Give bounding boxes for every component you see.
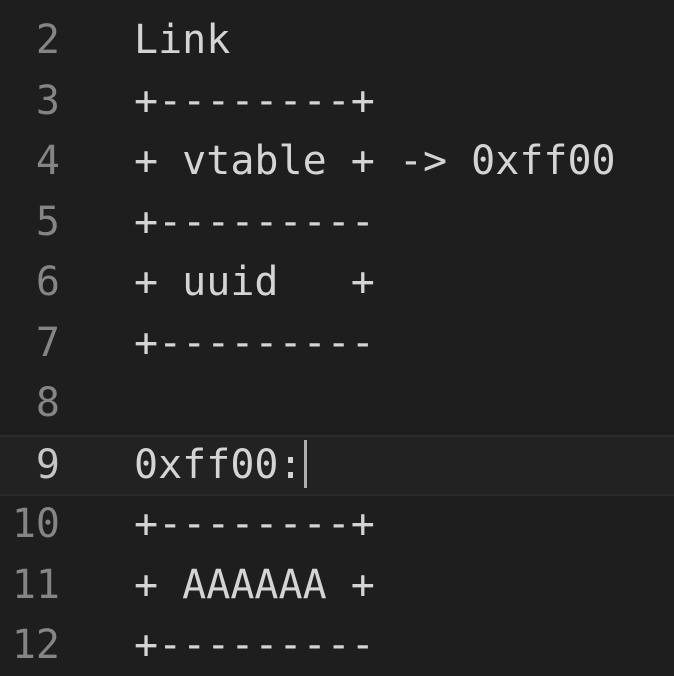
line-number: 10 <box>11 501 60 547</box>
line-text-current[interactable]: 0xff00: <box>134 437 307 494</box>
line-number: 7 <box>35 319 60 366</box>
line-number: 11 <box>11 562 60 608</box>
editor-line[interactable]: 8 <box>0 373 674 434</box>
line-number: 4 <box>35 138 60 184</box>
line-text[interactable]: + uuid + <box>134 252 375 313</box>
editor-line[interactable]: 5 +--------- <box>0 192 674 253</box>
text-cursor <box>303 440 307 488</box>
code-editor[interactable]: 2 Link 3 +--------+ 4 + vtable + -> 0xff… <box>0 0 674 676</box>
editor-line[interactable]: 4 + vtable + -> 0xff00 <box>0 131 674 192</box>
editor-line[interactable]: 7 +--------- <box>0 313 674 374</box>
line-text[interactable]: + AAAAAA + <box>134 555 375 616</box>
editor-line[interactable]: 10 +--------+ <box>0 494 674 555</box>
line-text[interactable]: + vtable + -> 0xff00 <box>134 131 616 192</box>
editor-line[interactable]: 6 + uuid + <box>0 252 674 313</box>
line-text[interactable]: +--------- <box>134 192 375 253</box>
line-number: 12 <box>11 622 60 668</box>
line-text[interactable]: Link <box>134 10 230 71</box>
editor-line[interactable]: 2 Link <box>0 10 674 71</box>
editor-line[interactable]: 11 + AAAAAA + <box>0 555 674 616</box>
line-number: 8 <box>35 380 60 426</box>
line-number-active: 9 <box>35 442 60 488</box>
editor-line-current[interactable]: 9 0xff00: <box>0 435 674 496</box>
editor-line[interactable]: 12 +--------- <box>0 615 674 676</box>
line-text[interactable]: +--------- <box>134 313 375 374</box>
line-text[interactable]: +--------+ <box>134 494 375 555</box>
line-number: 2 <box>35 17 60 63</box>
line-number: 3 <box>35 77 60 124</box>
line-text[interactable]: 0xff00: <box>134 442 303 488</box>
editor-line[interactable]: 3 +--------+ <box>0 71 674 132</box>
line-number: 6 <box>35 259 60 305</box>
line-text[interactable]: +--------- <box>134 615 375 676</box>
line-number: 5 <box>35 198 60 245</box>
line-text[interactable]: +--------+ <box>134 71 375 132</box>
